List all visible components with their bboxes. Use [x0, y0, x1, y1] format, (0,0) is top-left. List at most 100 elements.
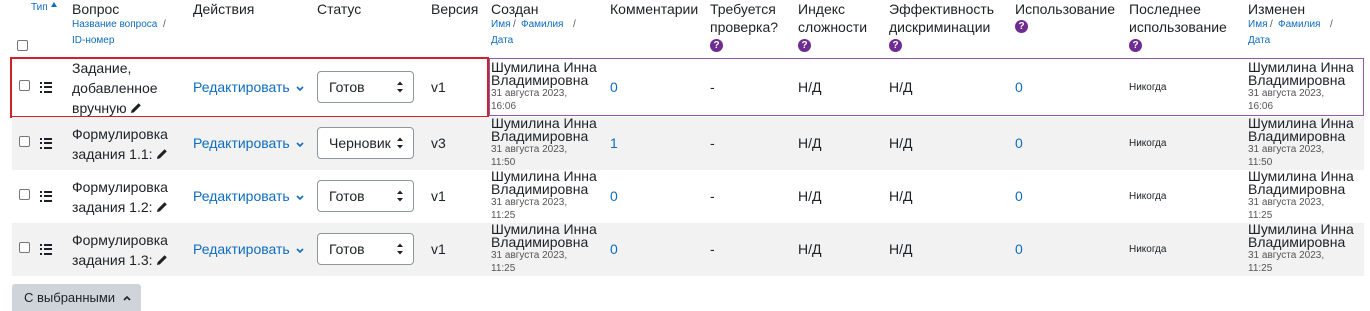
usage-count-link[interactable]: 0 [1015, 188, 1023, 204]
column-needs-review-header-line2: проверка? [710, 19, 779, 35]
row-checkbox[interactable] [19, 242, 30, 253]
column-created-header[interactable]: Создан [491, 0, 539, 18]
status-select-value[interactable]: Готов [329, 241, 365, 257]
column-type-label[interactable]: Тип [31, 2, 48, 13]
select-arrows-icon[interactable] [396, 242, 404, 256]
created-date: 31 августа 2023, [491, 250, 568, 261]
column-comments-header[interactable]: Комментарии [610, 0, 698, 18]
question-name-line: вручную [72, 100, 127, 116]
created-by: Шумилина Инна Владимировна 31 августа 20… [491, 169, 597, 222]
needs-review-value: - [710, 188, 715, 204]
help-icon[interactable]: ? [889, 39, 902, 52]
edit-menu-button[interactable]: Редактировать [193, 79, 304, 95]
modifier-name: Владимировна [1248, 234, 1346, 250]
created-date: 31 августа 2023, [491, 88, 568, 99]
usage-count-link[interactable]: 0 [1015, 241, 1023, 257]
edit-menu-button[interactable]: Редактировать [193, 188, 304, 204]
version-value: v1 [431, 188, 446, 204]
author-name: Владимировна [491, 181, 589, 197]
needs-review-value: - [710, 241, 715, 257]
chevron-down-icon[interactable] [296, 86, 304, 92]
pencil-icon[interactable] [156, 201, 168, 213]
header-separator: / [1270, 19, 1273, 30]
select-arrows-icon[interactable] [396, 80, 404, 94]
comments-count-link[interactable]: 0 [610, 241, 618, 257]
column-usage-header: Использование [1015, 1, 1116, 17]
select-arrows-icon[interactable] [396, 189, 404, 203]
column-facility-header-line2: сложности [798, 19, 868, 35]
sort-by-created-firstname-link[interactable]: Имя [491, 17, 510, 33]
edit-menu-label[interactable]: Редактировать [193, 135, 290, 151]
edit-menu-label[interactable]: Редактировать [193, 241, 290, 257]
help-icon[interactable]: ? [710, 39, 723, 52]
status-select[interactable]: Готов [317, 180, 414, 212]
modifier-name: Владимировна [1248, 128, 1346, 144]
question-name-line: добавленное [72, 80, 158, 96]
status-select[interactable]: Черновик [317, 127, 414, 159]
pencil-icon[interactable] [130, 102, 142, 114]
column-facility-header: Индекс [798, 1, 846, 17]
pencil-icon[interactable] [156, 148, 168, 160]
header-separator: / [163, 19, 166, 30]
question-name-line: задания 1.3: [72, 252, 153, 268]
chevron-up-icon[interactable] [123, 295, 131, 301]
select-arrows-icon[interactable] [396, 136, 404, 150]
sort-by-modified-firstname-link[interactable]: Имя [1248, 17, 1267, 33]
version-value: v1 [431, 241, 446, 257]
column-needs-review-header: Требуется [710, 1, 776, 17]
column-question-header[interactable]: Вопрос [72, 0, 119, 18]
column-discrimination-header-line2: дискриминации [889, 19, 991, 35]
comments-count-link[interactable]: 0 [610, 79, 618, 95]
row-checkbox[interactable] [19, 136, 30, 147]
modified-by: Шумилина Инна Владимировна 31 августа 20… [1248, 222, 1354, 275]
question-name: Формулировка задания 1.3: [72, 230, 168, 270]
usage-count-link[interactable]: 0 [1015, 135, 1023, 151]
sort-by-created-lastname-link[interactable]: Фамилия [521, 17, 563, 33]
pencil-icon[interactable] [156, 254, 168, 266]
status-select[interactable]: Готов [317, 71, 414, 103]
discrimination-value: Н/Д [889, 241, 913, 257]
question-name: Задание, добавленное вручную [72, 58, 158, 118]
column-modified-header[interactable]: Изменен [1248, 0, 1305, 18]
help-icon[interactable]: ? [798, 39, 811, 52]
usage-count-link[interactable]: 0 [1015, 79, 1023, 95]
column-version-header: Версия [431, 1, 479, 17]
facility-index-value: Н/Д [798, 241, 822, 257]
modifier-name: Владимировна [1248, 72, 1346, 88]
created-by: Шумилина Инна Владимировна 31 августа 20… [491, 222, 597, 275]
chevron-down-icon[interactable] [296, 142, 304, 148]
sort-asc-icon[interactable] [51, 2, 58, 7]
sort-by-modified-lastname-link[interactable]: Фамилия [1278, 17, 1320, 33]
edit-menu-button[interactable]: Редактировать [193, 135, 304, 151]
sort-by-question-name-link[interactable]: Название вопроса [72, 17, 157, 33]
comments-count-link[interactable]: 0 [610, 188, 618, 204]
edit-menu-label[interactable]: Редактировать [193, 188, 290, 204]
chevron-down-icon[interactable] [296, 195, 304, 201]
select-all-checkbox[interactable] [17, 40, 28, 51]
help-icon[interactable]: ? [1015, 20, 1028, 33]
status-select[interactable]: Готов [317, 233, 414, 265]
with-selected-button[interactable]: С выбранными [12, 284, 141, 311]
status-select-value[interactable]: Черновик [329, 135, 391, 151]
created-date: 31 августа 2023, [491, 144, 568, 155]
help-icon[interactable]: ? [1129, 39, 1142, 52]
header-separator: / [1330, 19, 1333, 30]
edit-menu-label[interactable]: Редактировать [193, 79, 290, 95]
status-select-value[interactable]: Готов [329, 79, 365, 95]
column-type-header[interactable]: Тип [31, 0, 58, 16]
created-date: 31 августа 2023, [491, 197, 568, 208]
sort-by-modified-date-link[interactable]: Дата [1248, 33, 1270, 49]
with-selected-label[interactable]: С выбранными [24, 290, 115, 305]
chevron-down-icon[interactable] [296, 248, 304, 254]
comments-count-link[interactable]: 1 [610, 135, 618, 151]
row-checkbox[interactable] [19, 189, 30, 200]
status-select-value[interactable]: Готов [329, 188, 365, 204]
sort-by-created-date-link[interactable]: Дата [491, 33, 513, 49]
author-name: Владимировна [491, 128, 589, 144]
modified-date: 31 августа 2023, [1248, 144, 1325, 155]
edit-menu-button[interactable]: Редактировать [193, 241, 304, 257]
row-checkbox[interactable] [19, 80, 30, 91]
column-discrimination-header: Эффективность [889, 1, 995, 17]
sort-by-idnumber-link[interactable]: ID-номер [72, 33, 114, 49]
question-name-line: Формулировка [72, 126, 168, 142]
